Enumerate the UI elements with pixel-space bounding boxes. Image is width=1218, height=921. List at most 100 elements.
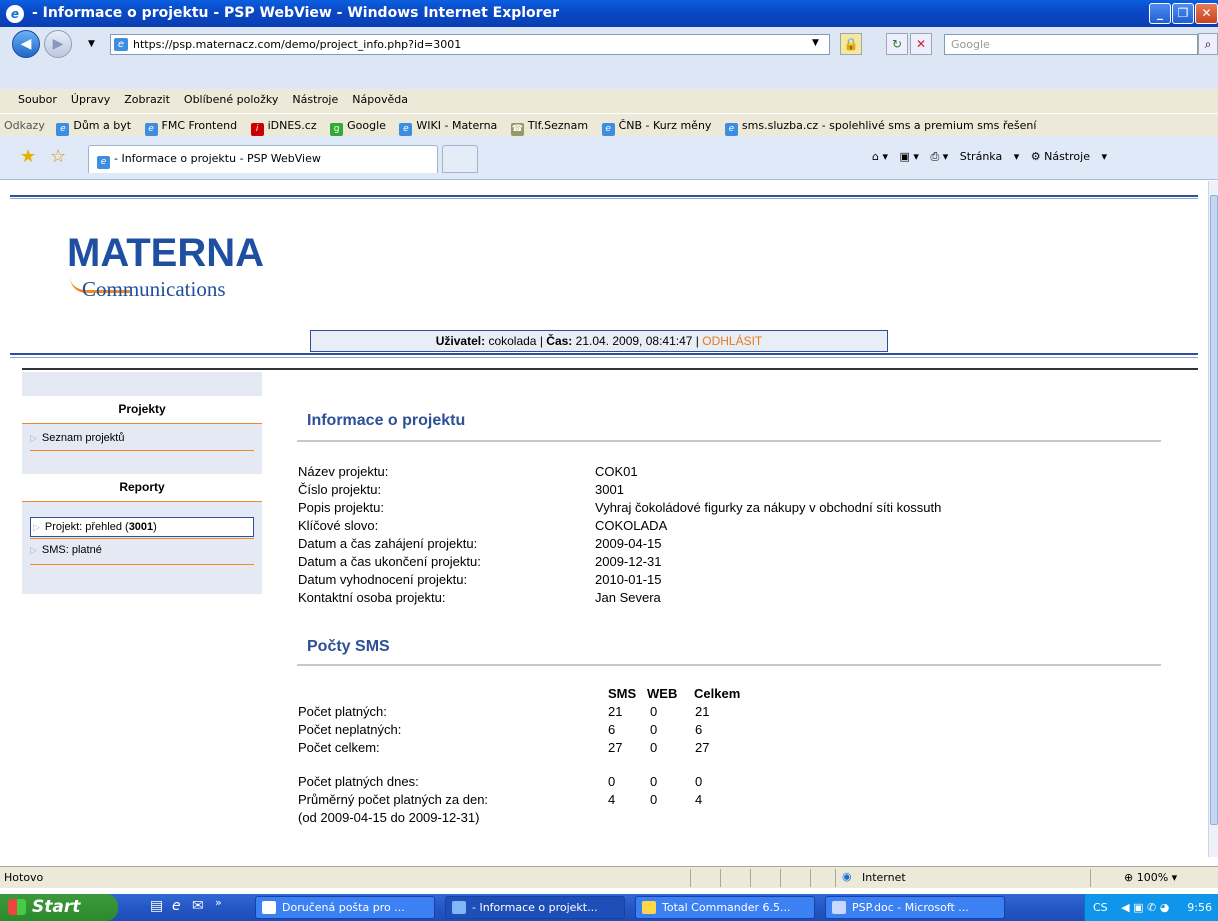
status-divider [690, 869, 691, 887]
add-favorites-icon[interactable]: ☆ [50, 146, 66, 167]
refresh-button[interactable]: ↻ [886, 33, 908, 55]
search-icon[interactable]: ⌕ [1198, 33, 1218, 55]
web-cell: 0 [650, 722, 658, 737]
info-value: COK01 [595, 464, 638, 479]
link-wiki-materna[interactable]: e WIKI - Materna [395, 114, 503, 136]
ie-page-icon: e [601, 123, 615, 136]
feeds-icon[interactable]: ▣ ▾ [900, 150, 919, 163]
globe-icon: ◉ [842, 870, 852, 883]
back-button[interactable]: ◀ [12, 30, 40, 58]
language-indicator[interactable]: CS [1093, 901, 1108, 914]
info-value: COKOLADA [595, 518, 668, 533]
favorites-star-icon[interactable]: ★ [20, 146, 36, 167]
separator: | [539, 334, 543, 348]
task-outlook[interactable]: Doručená pošta pro ... [255, 896, 435, 919]
zone-text: Internet [862, 871, 906, 884]
links-label: Odkazy [4, 119, 45, 132]
taskbar: Start ▤ e ✉ » Doručená pošta pro ... - I… [0, 894, 1218, 921]
print-icon[interactable]: ⎙ ▾ [930, 150, 948, 163]
status-divider [750, 869, 751, 887]
task-ie[interactable]: - Informace o projekt... [445, 896, 625, 919]
search-input[interactable]: Google [944, 34, 1198, 55]
quicklaunch-more-icon[interactable]: » [215, 896, 222, 909]
address-dropdown-icon[interactable]: ▼ [812, 38, 819, 48]
window-title: - Informace o projektu - PSP WebView - W… [32, 5, 559, 21]
maximize-button[interactable]: ❐ [1172, 3, 1194, 24]
menu-view[interactable]: Zobrazit [117, 89, 177, 106]
task-word[interactable]: PSP.doc - Microsoft ... [825, 896, 1005, 919]
quicklaunch-ie-icon[interactable]: e [172, 898, 181, 914]
quicklaunch-desktop-icon[interactable]: ▤ [150, 898, 163, 914]
total-cell: 0 [695, 774, 703, 789]
section-title-info: Informace o projektu [307, 412, 466, 429]
vertical-scrollbar[interactable] [1208, 181, 1218, 857]
link-google[interactable]: g Google [326, 114, 392, 136]
tools-menu[interactable]: ⚙ Nástroje ▾ [1031, 150, 1107, 163]
idnes-icon: i [250, 123, 264, 136]
info-value: 3001 [595, 482, 624, 497]
sidebar-divider [30, 450, 254, 451]
ie-page-icon: e [399, 123, 413, 136]
menu-favorites[interactable]: Oblíbené položky [177, 89, 286, 106]
status-divider [810, 869, 811, 887]
status-divider [835, 869, 836, 887]
sidebar-item-project-list[interactable]: ▷ Seznam projektů [30, 429, 254, 447]
tab-current[interactable]: e- Informace o projektu - PSP WebView [88, 145, 438, 173]
sidebar-header-projects: Projekty [22, 396, 262, 424]
link-fmc-frontend[interactable]: e FMC Frontend [141, 114, 244, 136]
sidebar-divider [30, 564, 254, 565]
triangle-icon: ▷ [33, 522, 40, 532]
start-button[interactable]: Start [0, 894, 118, 921]
logout-link[interactable]: ODHLÁSIT [702, 334, 762, 348]
forward-button[interactable]: ▶ [44, 30, 72, 58]
sms-row-label: Počet neplatných: [298, 722, 402, 737]
sms-row-label: Počet celkem: [298, 740, 380, 755]
link-idnes[interactable]: i iDNES.cz [247, 114, 323, 136]
menu-tools[interactable]: Nástroje [285, 89, 345, 106]
user-info-bar: Uživatel: cokolada | Čas: 21.04. 2009, 0… [310, 330, 888, 352]
sidebar-header-reports: Reporty [22, 474, 262, 502]
quicklaunch-outlook-icon[interactable]: ✉ [192, 898, 204, 914]
menu-edit[interactable]: Úpravy [64, 89, 117, 106]
info-label: Číslo projektu: [298, 482, 382, 497]
clock: 9:56 [1187, 901, 1212, 914]
sidebar-divider [30, 538, 254, 539]
section-title-sms: Počty SMS [307, 638, 390, 655]
link-sms-sluzba[interactable]: e sms.sluzba.cz - spolehlivé sms a premiu… [721, 114, 1042, 136]
sidebar-item-sms-valid[interactable]: ▷ SMS: platné [30, 541, 254, 559]
home-icon[interactable]: ⌂ ▾ [872, 150, 888, 163]
info-label: Datum vyhodnocení projektu: [298, 572, 468, 587]
menu-help[interactable]: Nápověda [345, 89, 415, 106]
minimize-button[interactable]: _ [1149, 3, 1171, 24]
address-field[interactable]: e https://psp.maternacz.com/demo/project… [110, 34, 830, 55]
sms-cell: 6 [608, 722, 616, 737]
scrollbar-thumb[interactable] [1210, 195, 1218, 825]
stop-button[interactable]: ✕ [910, 33, 932, 55]
history-dropdown-icon[interactable]: ▼ [88, 39, 95, 49]
menu-file[interactable]: Soubor [0, 89, 64, 106]
web-cell: 0 [650, 740, 658, 755]
ie-page-icon: e [144, 123, 158, 136]
lock-icon[interactable]: 🔒 [840, 33, 862, 55]
header-bottom-line2 [10, 357, 1198, 358]
zoom-level[interactable]: ⊕ 100% ▾ [1124, 871, 1177, 884]
address-text: https://psp.maternacz.com/demo/project_i… [133, 38, 462, 51]
task-total-commander[interactable]: Total Commander 6.5... [635, 896, 815, 919]
tray-icons[interactable]: ◀ ▣ ✆ ◕ [1121, 901, 1169, 914]
links-bar: Odkazy e Dům a byt e FMC Frontend i iDNES.c… [0, 113, 1218, 136]
phone-book-icon: ☎ [510, 123, 524, 136]
status-divider [1090, 869, 1091, 887]
close-button[interactable]: ✕ [1195, 3, 1218, 24]
link-dum-a-byt[interactable]: e Dům a byt [52, 114, 137, 136]
link-tlf-seznam[interactable]: ☎ Tlf.Seznam [507, 114, 594, 136]
web-cell: 0 [650, 704, 658, 719]
ie-icon [452, 901, 466, 914]
sms-cell: 4 [608, 792, 616, 807]
total-cell: 6 [695, 722, 703, 737]
sidebar-item-project-overview[interactable]: ▷ Projekt: přehled (3001) [30, 517, 254, 537]
link-cnb[interactable]: e ČNB - Kurz měny [598, 114, 718, 136]
new-tab-button[interactable] [442, 145, 478, 173]
page-menu[interactable]: Stránka ▾ [960, 150, 1019, 163]
col-header-sms: SMS [608, 686, 637, 701]
page-icon: e [114, 38, 128, 51]
